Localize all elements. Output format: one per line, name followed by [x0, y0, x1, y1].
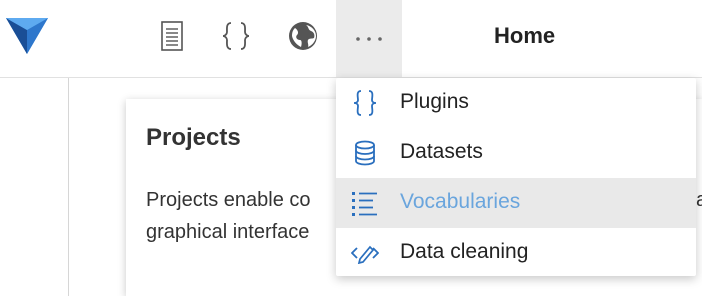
nav-home[interactable]: Home [494, 23, 555, 49]
database-icon [350, 138, 380, 168]
menu-item-plugins[interactable]: Plugins [336, 78, 696, 128]
menu-item-vocabularies[interactable]: Vocabularies [336, 178, 696, 228]
sidebar [0, 78, 69, 296]
pencil-code-icon [350, 238, 380, 268]
menu-item-label: Data cleaning [400, 240, 529, 263]
app-logo[interactable] [0, 10, 54, 60]
braces-icon[interactable] [216, 16, 256, 56]
braces-icon [350, 88, 380, 118]
document-icon[interactable] [152, 16, 192, 56]
menu-item-label: Plugins [400, 90, 469, 113]
more-icon [356, 36, 382, 41]
more-menu-button[interactable] [336, 0, 402, 77]
menu-item-label: Datasets [400, 140, 483, 163]
more-dropdown-menu: Plugins Datasets Vocabularies Data clean… [336, 78, 696, 276]
card-body-line1: Projects enable co [146, 189, 311, 211]
menu-item-label: Vocabularies [400, 190, 521, 213]
top-bar: Home [0, 0, 702, 78]
menu-item-datasets[interactable]: Datasets [336, 128, 696, 178]
globe-icon[interactable] [283, 16, 323, 56]
list-icon [350, 188, 380, 218]
card-body-line1-tail: a [696, 189, 702, 211]
menu-item-data-cleaning[interactable]: Data cleaning [336, 228, 696, 278]
card-title: Projects [146, 124, 241, 151]
